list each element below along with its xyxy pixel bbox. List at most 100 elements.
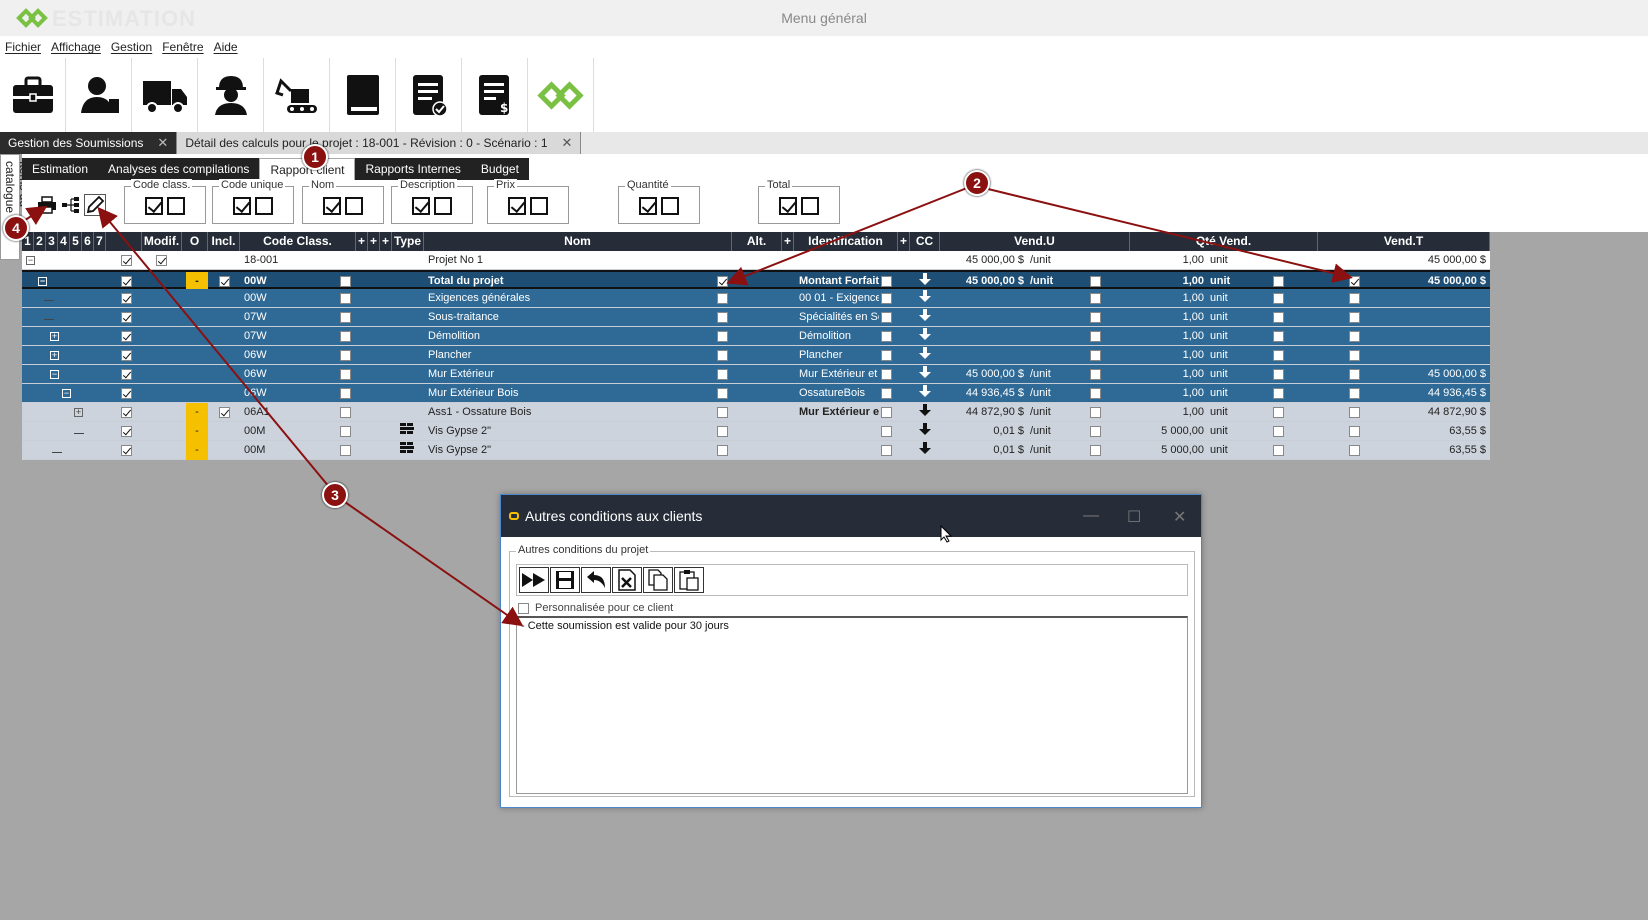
show-checkbox[interactable]: [323, 197, 341, 215]
total-checkbox[interactable]: [1349, 349, 1360, 361]
side-tab-catalogue[interactable]: Items du catalogue: [0, 154, 31, 260]
total-checkbox[interactable]: [1349, 406, 1360, 418]
clients-button[interactable]: [66, 58, 132, 132]
detail-checkbox[interactable]: [434, 197, 452, 215]
show-checkbox[interactable]: [145, 197, 163, 215]
nom-header[interactable]: Nom: [424, 232, 732, 251]
expand-toggle-icon[interactable]: −: [50, 370, 59, 379]
detail-checkbox[interactable]: [345, 197, 363, 215]
table-row[interactable]: - 00M Vis Gypse 2" 0,01 $ /unit 5 000,00 unit 6…: [22, 441, 1490, 460]
detail-checkbox[interactable]: [530, 197, 548, 215]
conditions-textarea[interactable]: - Cette soumission est valide pour 30 jo…: [516, 616, 1188, 794]
detail-checkbox[interactable]: [167, 197, 185, 215]
total-checkbox[interactable]: [1349, 292, 1360, 304]
plus-checkbox[interactable]: [340, 275, 351, 287]
tab-estimation[interactable]: Estimation: [22, 158, 98, 180]
vend-u-checkbox[interactable]: [1090, 330, 1101, 342]
alt-checkbox[interactable]: [717, 387, 728, 399]
cc-arrow-icon[interactable]: [919, 327, 933, 346]
tab-analyses[interactable]: Analyses des compilations: [98, 158, 259, 180]
tree-node[interactable]: +: [50, 346, 62, 365]
alt-checkbox[interactable]: [717, 292, 728, 304]
cc-arrow-icon[interactable]: [919, 384, 933, 403]
cc-arrow-icon[interactable]: [919, 403, 933, 422]
row-checkbox[interactable]: [121, 330, 132, 342]
level-3-header[interactable]: 3: [46, 232, 58, 251]
plus-checkbox[interactable]: [340, 292, 351, 304]
alt-checkbox[interactable]: [717, 368, 728, 380]
cc-arrow-icon[interactable]: [919, 289, 933, 308]
total-checkbox[interactable]: [1349, 275, 1360, 287]
ident-checkbox[interactable]: [881, 387, 892, 399]
alt-checkbox[interactable]: [717, 311, 728, 323]
plus-header[interactable]: +: [368, 232, 380, 251]
identification-header[interactable]: Identification: [794, 232, 898, 251]
copy-button[interactable]: [643, 567, 673, 593]
table-row[interactable]: 00W Exigences générales 00 01 - Exigence 1,…: [22, 289, 1490, 308]
menu-gestion[interactable]: Gestion: [111, 40, 152, 54]
total-checkbox[interactable]: [1349, 311, 1360, 323]
ident-checkbox[interactable]: [881, 444, 892, 456]
tab-gestion-soumissions[interactable]: Gestion des Soumissions ✕: [0, 132, 178, 154]
cc-arrow-icon[interactable]: [919, 422, 933, 441]
cc-arrow-icon[interactable]: [919, 346, 933, 365]
show-checkbox[interactable]: [233, 197, 251, 215]
total-checkbox[interactable]: [1349, 330, 1360, 342]
expand-toggle-icon[interactable]: −: [26, 256, 35, 265]
ident-checkbox[interactable]: [881, 349, 892, 361]
plus-checkbox[interactable]: [340, 368, 351, 380]
ident-checkbox[interactable]: [881, 292, 892, 304]
qty-checkbox[interactable]: [1273, 330, 1284, 342]
table-row[interactable]: +06W Plancher Plancher 1,00 unit: [22, 346, 1490, 365]
tab-budget[interactable]: Budget: [471, 158, 529, 180]
row-checkbox[interactable]: [121, 292, 132, 304]
hierarchy-button[interactable]: [60, 194, 82, 216]
approval-button[interactable]: [396, 58, 462, 132]
custom-client-checkbox-row[interactable]: Personnalisée pour ce client: [518, 602, 673, 614]
plus-checkbox[interactable]: [340, 330, 351, 342]
table-row[interactable]: − 06W Mur Extérieur Bois OssatureBois 44 936…: [22, 384, 1490, 403]
expand-toggle-icon[interactable]: −: [38, 277, 47, 286]
table-row[interactable]: 07W Sous-traitance Spécialités en Sc 1,00 un…: [22, 308, 1490, 327]
modif-checkbox[interactable]: [156, 254, 167, 266]
tree-node[interactable]: −: [62, 384, 74, 403]
row-checkbox[interactable]: [121, 425, 132, 437]
vend-u-checkbox[interactable]: [1090, 406, 1101, 418]
row-checkbox[interactable]: [121, 349, 132, 361]
detail-checkbox[interactable]: [255, 197, 273, 215]
qty-checkbox[interactable]: [1273, 275, 1284, 287]
table-row[interactable]: +07W Démolition Démolition 1,00 unit: [22, 327, 1490, 346]
qty-checkbox[interactable]: [1273, 292, 1284, 304]
row-checkbox[interactable]: [121, 444, 132, 456]
tree-node[interactable]: [74, 422, 86, 441]
option-marker[interactable]: -: [186, 422, 208, 441]
alt-header[interactable]: Alt.: [732, 232, 782, 251]
alt-checkbox[interactable]: [717, 349, 728, 361]
qty-checkbox[interactable]: [1273, 311, 1284, 323]
plus-header[interactable]: +: [356, 232, 368, 251]
edit-conditions-button[interactable]: [84, 194, 106, 216]
alt-checkbox[interactable]: [717, 425, 728, 437]
qte-vend-header[interactable]: Qté Vend.: [1130, 232, 1318, 251]
show-checkbox[interactable]: [412, 197, 430, 215]
level-2-header[interactable]: 2: [34, 232, 46, 251]
qty-checkbox[interactable]: [1273, 349, 1284, 361]
plus-checkbox[interactable]: [340, 349, 351, 361]
show-checkbox[interactable]: [508, 197, 526, 215]
level-4-header[interactable]: 4: [58, 232, 70, 251]
menu-fichier[interactable]: Fichier: [5, 40, 41, 54]
type-header[interactable]: Type: [392, 232, 424, 251]
expand-toggle-icon[interactable]: +: [50, 351, 59, 360]
cc-arrow-icon[interactable]: [919, 441, 933, 460]
total-checkbox[interactable]: [1349, 444, 1360, 456]
vend-u-checkbox[interactable]: [1090, 349, 1101, 361]
tree-node[interactable]: −: [26, 251, 38, 270]
total-checkbox[interactable]: [1349, 368, 1360, 380]
ident-checkbox[interactable]: [881, 425, 892, 437]
save-button[interactable]: [550, 567, 580, 593]
total-checkbox[interactable]: [1349, 387, 1360, 399]
cc-arrow-icon[interactable]: [919, 308, 933, 327]
close-icon[interactable]: ✕: [157, 135, 168, 151]
minimize-icon[interactable]: —: [1083, 507, 1099, 525]
close-icon[interactable]: ✕: [562, 135, 573, 151]
